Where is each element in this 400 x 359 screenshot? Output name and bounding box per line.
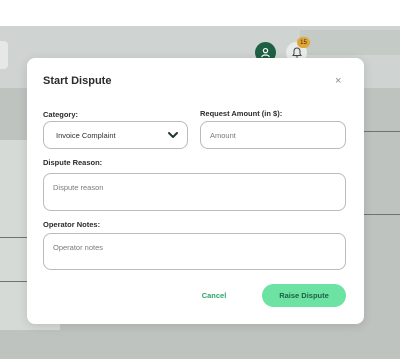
amount-label: Request Amount (in $): [200,109,283,118]
operator-notes-label: Operator Notes: [43,220,101,229]
cancel-button[interactable]: Cancel [192,284,236,306]
notification-count-badge: 15 [297,37,310,48]
amount-input[interactable]: Amount [200,121,346,149]
operator-notes-placeholder: Operator notes [53,243,104,252]
dispute-reason-placeholder: Dispute reason [53,183,104,192]
top-bar [0,0,400,26]
operator-notes-textarea[interactable]: Operator notes [43,233,346,270]
user-icon [261,47,270,58]
raise-dispute-button[interactable]: Raise Dispute [262,284,346,307]
divider [362,131,400,132]
divider [362,214,400,215]
divider [0,281,28,282]
dialog-title: Start Dispute [43,75,112,87]
bell-icon [291,47,302,58]
category-selected-value: Invoice Complaint [56,131,116,140]
dispute-reason-textarea[interactable]: Dispute reason [43,173,346,211]
dispute-reason-label: Dispute Reason: [43,158,103,167]
chevron-down-icon [168,132,178,138]
category-select[interactable]: Invoice Complaint [43,121,188,149]
sidebar-toggle[interactable] [0,41,8,69]
start-dispute-dialog: Start Dispute × Category: Invoice Compla… [27,58,364,324]
amount-placeholder: Amount [210,131,236,140]
close-icon[interactable]: × [335,75,341,87]
divider [0,237,28,238]
category-label: Category: [43,110,79,119]
header-highlight [300,30,400,55]
